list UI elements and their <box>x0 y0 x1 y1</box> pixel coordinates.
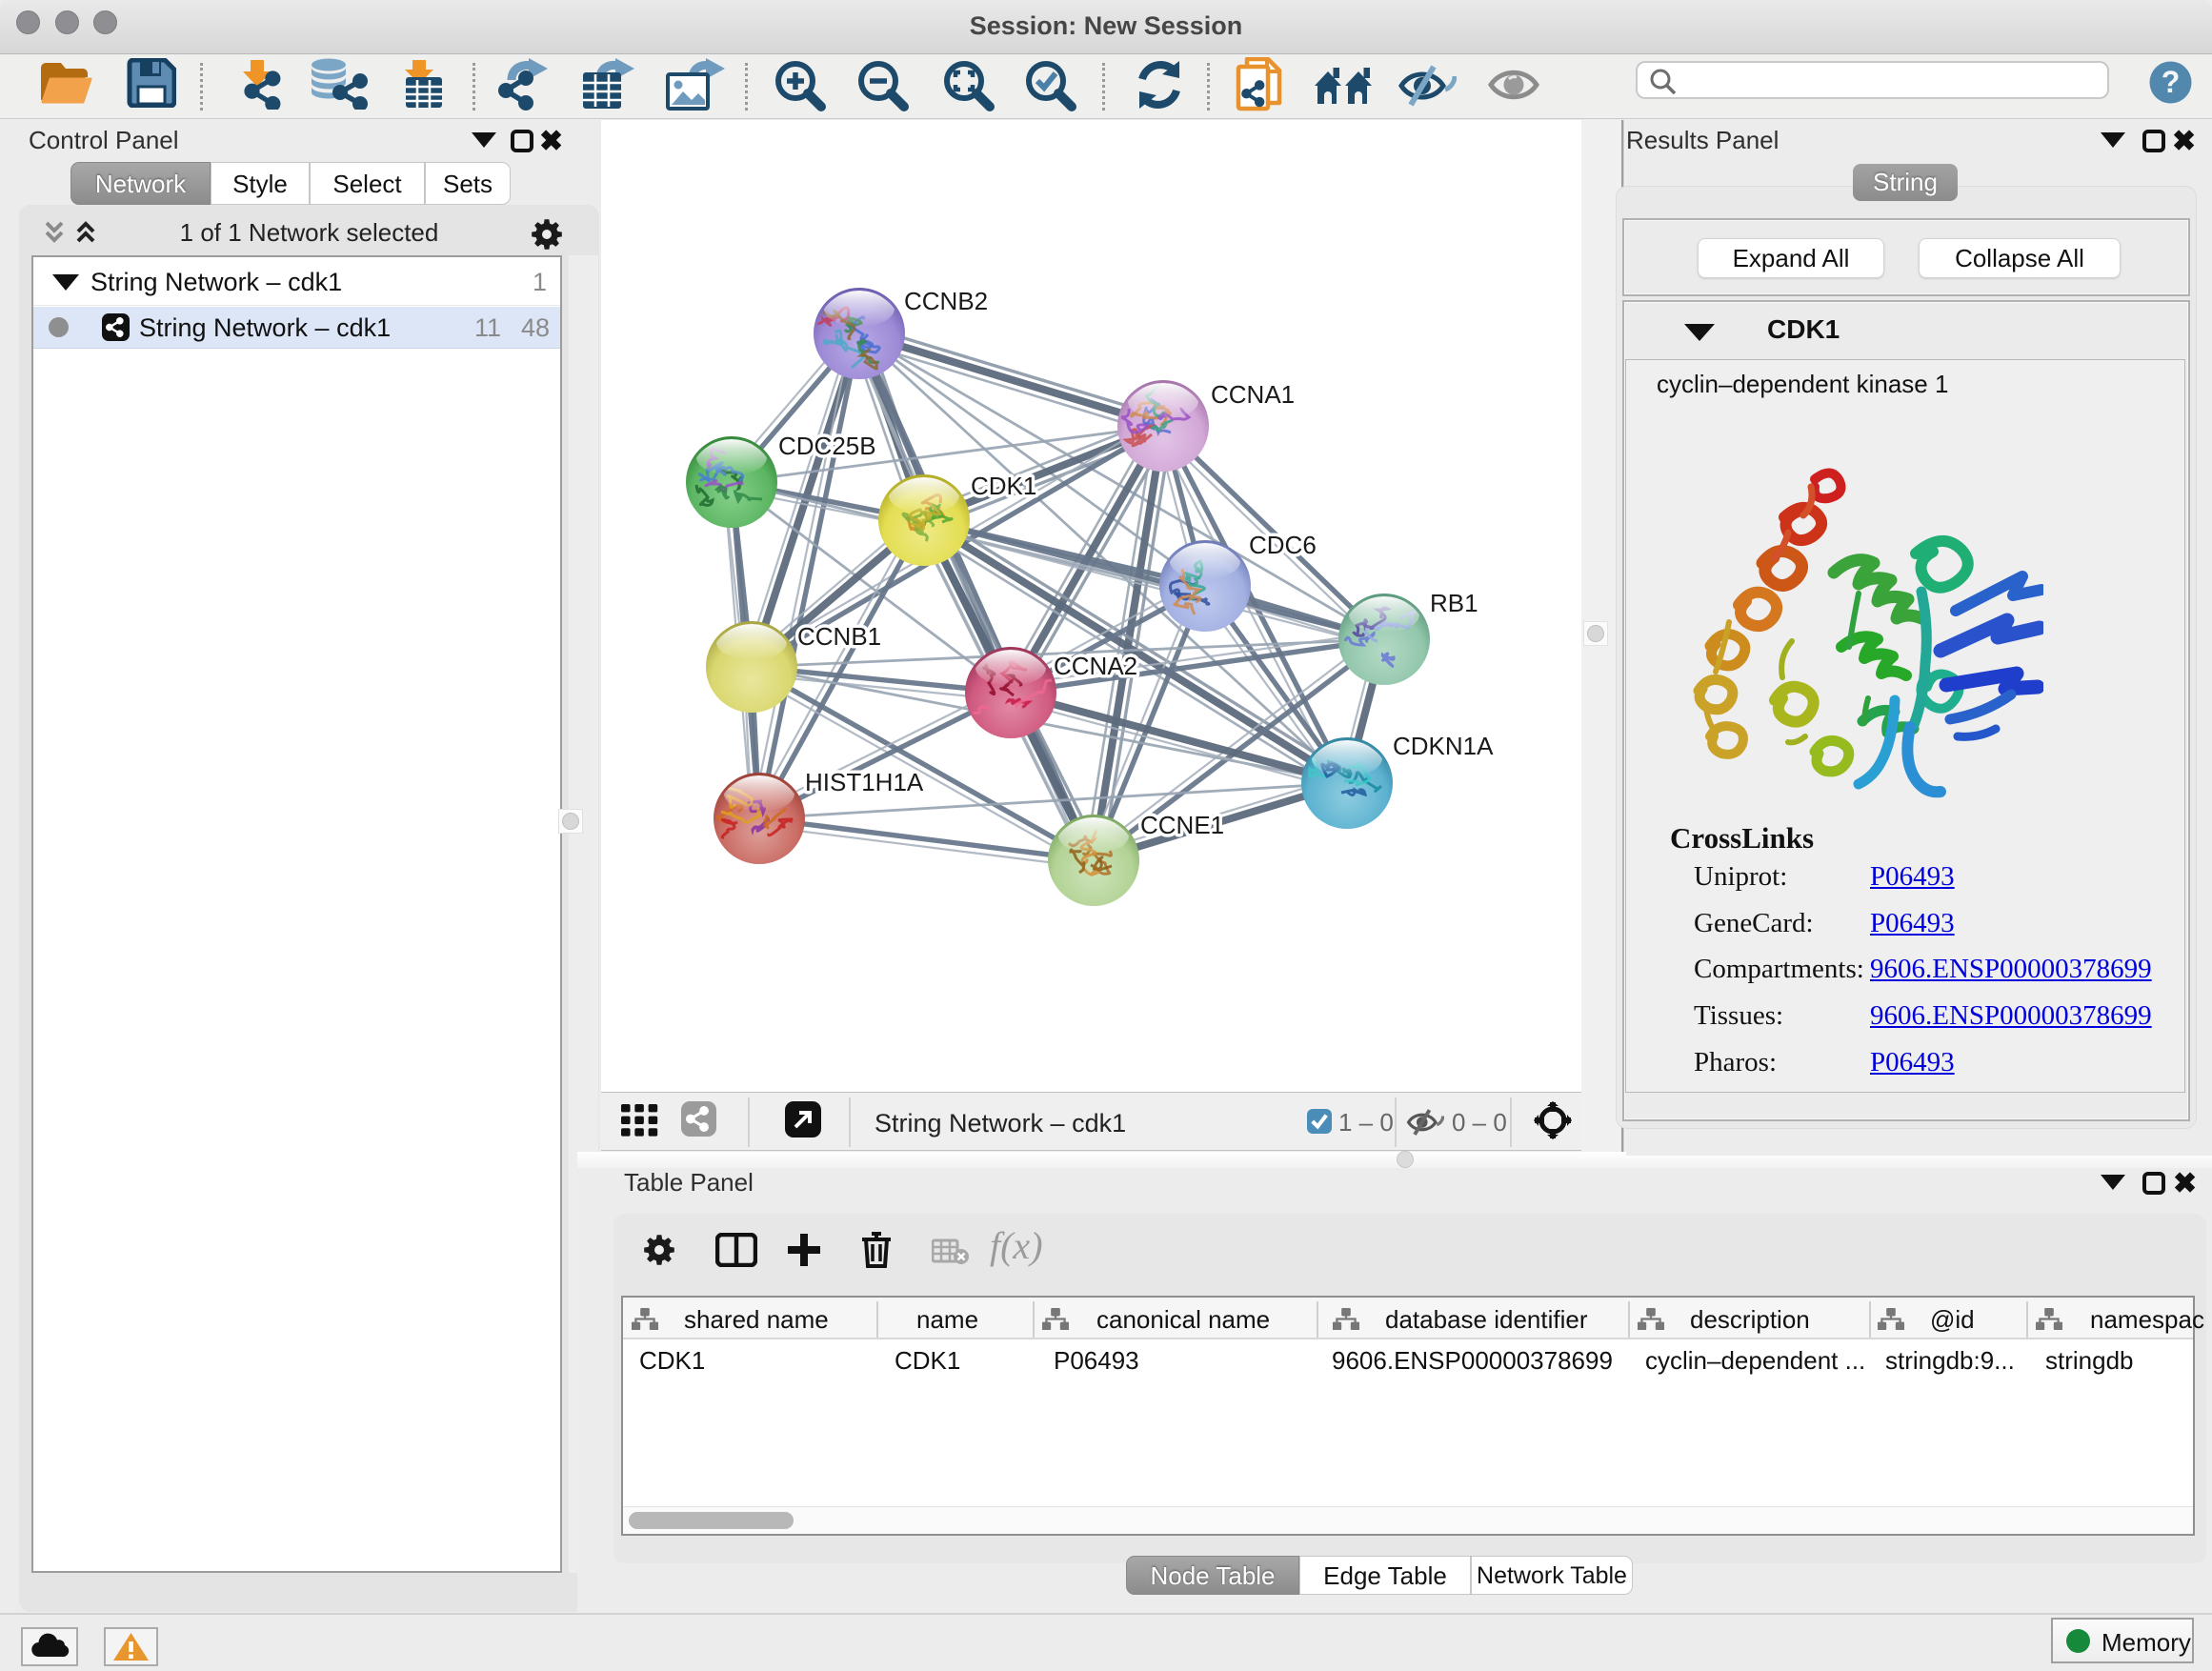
svg-text:CCNB2: CCNB2 <box>904 287 988 315</box>
svg-text:CDKN1A: CDKN1A <box>1393 732 1494 760</box>
svg-text:CDC6: CDC6 <box>1249 531 1317 559</box>
svg-text:CDK1: CDK1 <box>971 472 1036 500</box>
svg-text:CCNA1: CCNA1 <box>1211 380 1295 409</box>
svg-text:RB1: RB1 <box>1430 589 1478 617</box>
svg-text:CCNE1: CCNE1 <box>1140 811 1224 839</box>
svg-text:?: ? <box>2162 65 2181 99</box>
svg-text:CDC25B: CDC25B <box>778 432 876 460</box>
svg-text:CCNA2: CCNA2 <box>1054 652 1137 680</box>
svg-text:HIST1H1A: HIST1H1A <box>805 768 924 796</box>
svg-text:CCNB1: CCNB1 <box>797 622 881 651</box>
